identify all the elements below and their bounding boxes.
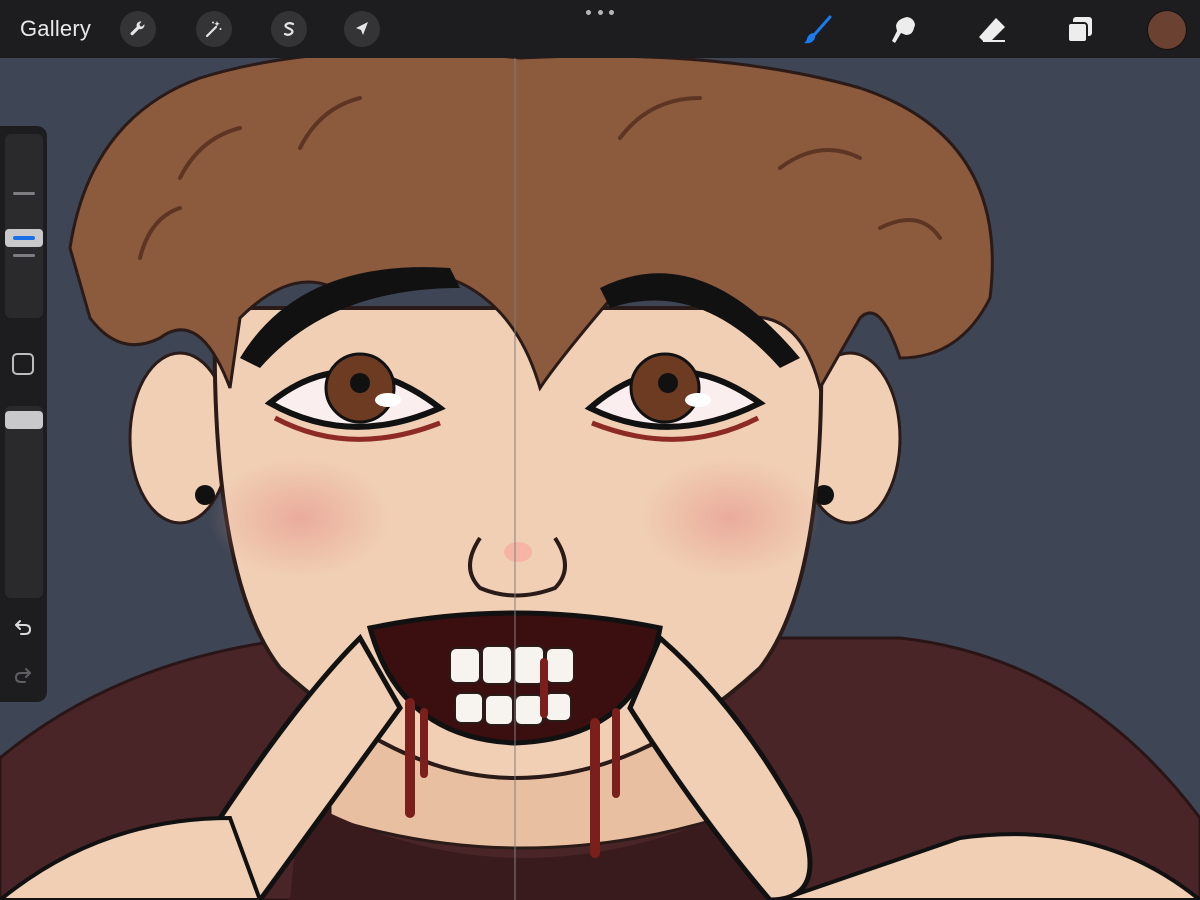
size-tick bbox=[13, 254, 35, 257]
nose-highlight bbox=[504, 542, 532, 562]
magic-wand-icon bbox=[205, 21, 222, 38]
eraser-tool-button[interactable] bbox=[972, 10, 1012, 50]
gallery-button[interactable]: Gallery bbox=[20, 14, 91, 44]
top-toolbar: Gallery bbox=[0, 0, 1200, 58]
brush-size-handle[interactable] bbox=[5, 229, 43, 247]
smudge-tool-button[interactable] bbox=[884, 10, 924, 50]
layers-tool-button[interactable] bbox=[1060, 10, 1100, 50]
redo-button[interactable] bbox=[10, 662, 36, 688]
arrow-cursor-icon bbox=[356, 22, 368, 35]
redo-icon bbox=[14, 668, 31, 683]
brush-size-slider[interactable] bbox=[5, 134, 43, 318]
transform-button[interactable] bbox=[344, 11, 380, 47]
selection-s-icon bbox=[283, 22, 295, 36]
brush-opacity-handle[interactable] bbox=[5, 411, 43, 429]
left-sidebar bbox=[0, 126, 47, 702]
left-earring bbox=[195, 485, 215, 505]
brush-icon bbox=[804, 15, 832, 44]
undo-icon bbox=[15, 620, 32, 635]
brush-tool-button[interactable] bbox=[798, 10, 838, 50]
smudge-icon bbox=[892, 17, 915, 43]
size-tick bbox=[13, 192, 35, 195]
current-color-swatch[interactable] bbox=[1148, 11, 1186, 49]
brush-opacity-slider[interactable] bbox=[5, 406, 43, 598]
layers-icon bbox=[1067, 17, 1092, 43]
drawing-canvas[interactable] bbox=[0, 58, 1200, 900]
actions-button[interactable] bbox=[120, 11, 156, 47]
modify-square-icon[interactable] bbox=[12, 353, 34, 375]
selection-button[interactable] bbox=[271, 11, 307, 47]
more-dots-icon[interactable] bbox=[586, 10, 614, 18]
undo-button[interactable] bbox=[10, 614, 36, 640]
adjustments-button[interactable] bbox=[196, 11, 232, 47]
eraser-icon bbox=[979, 18, 1005, 42]
right-blush bbox=[640, 458, 820, 578]
wrench-icon bbox=[130, 21, 145, 36]
artwork bbox=[0, 58, 1200, 900]
left-blush bbox=[210, 458, 390, 578]
